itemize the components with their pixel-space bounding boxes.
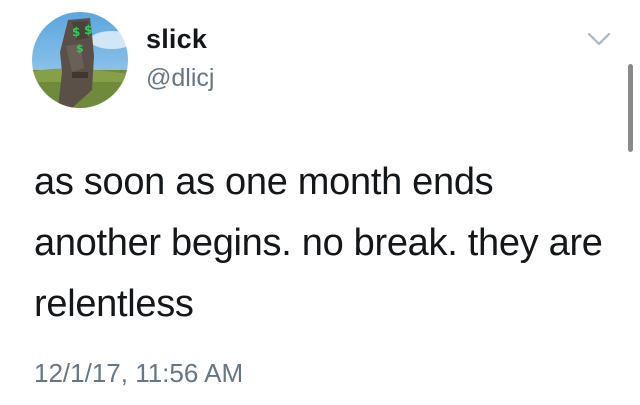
svg-text:$: $	[72, 25, 80, 39]
display-name[interactable]: slick	[146, 24, 207, 55]
tweet-timestamp[interactable]: 12/1/17, 11:56 AM	[34, 358, 243, 389]
tweet-text: as soon as one month ends another begins…	[34, 161, 603, 325]
moai-statue-avatar-icon: $ $ $	[32, 12, 128, 108]
svg-text:$: $	[76, 42, 84, 55]
svg-text:$: $	[84, 23, 92, 37]
scrollbar[interactable]	[628, 64, 633, 152]
chevron-down-icon[interactable]	[586, 30, 612, 48]
tweet-card: $ $ $ slick @dlicj as soon as one month …	[0, 0, 640, 405]
user-handle[interactable]: @dlicj	[146, 64, 214, 93]
avatar[interactable]: $ $ $	[32, 12, 128, 108]
